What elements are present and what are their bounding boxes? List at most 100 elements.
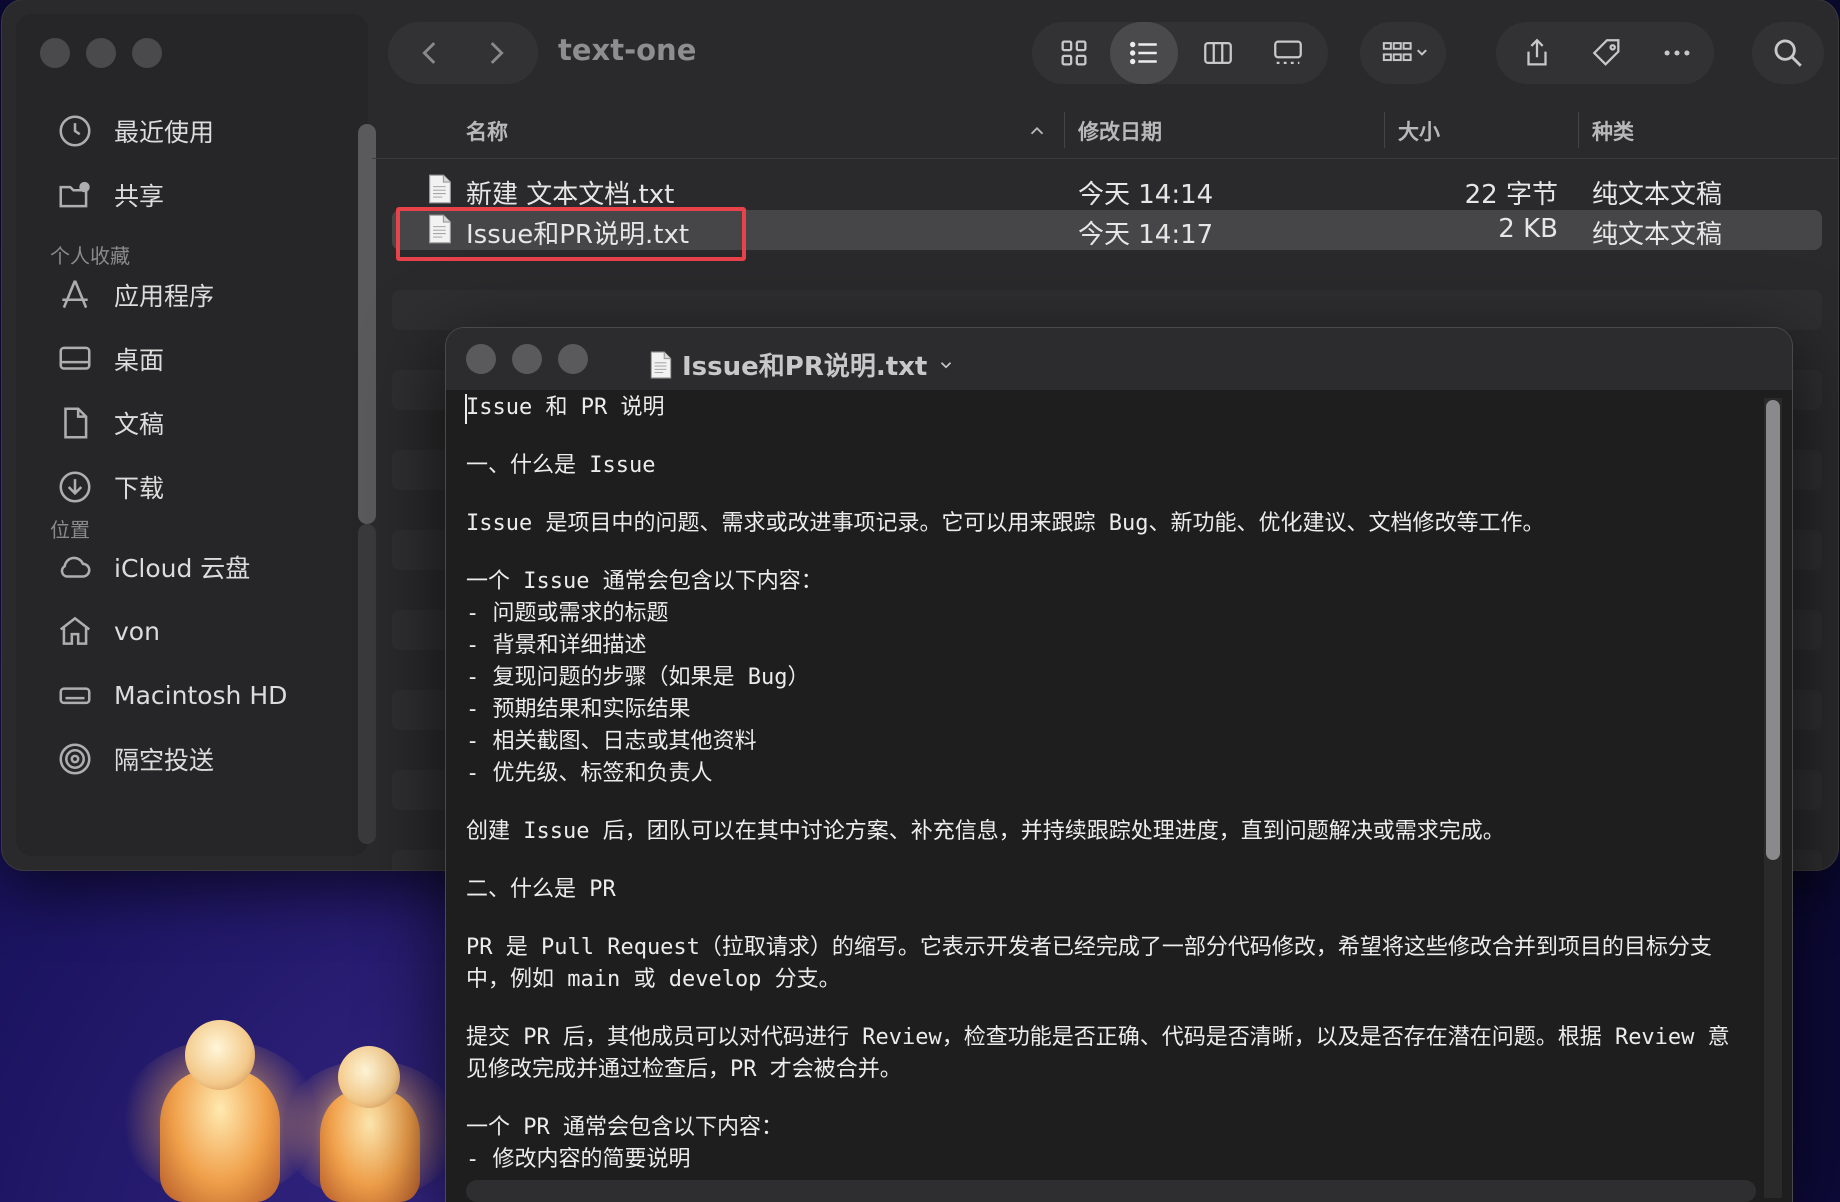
sidebar-item-icloud[interactable]: iCloud 云盘	[56, 548, 250, 586]
document-line: 一个 Issue 通常会包含以下内容：	[466, 569, 823, 594]
nav-button-group	[388, 22, 538, 84]
file-kind: 纯文本文稿	[1592, 220, 1723, 250]
document-line: PR 是 Pull Request（拉取请求）的缩写。它表示开发者已经完成了一部…	[466, 935, 1712, 960]
finder-sidebar: 最近使用 共享 个人收藏 应用程序 桌面 文稿 下载 位置 iCloud 云盘	[16, 14, 376, 856]
zoom-button[interactable]	[132, 38, 162, 68]
column-divider[interactable]	[1578, 112, 1579, 148]
file-name: 新建 文本文档.txt	[466, 180, 675, 210]
list-view-button[interactable]	[1110, 22, 1178, 84]
text-file-icon	[650, 351, 672, 378]
forward-button[interactable]	[468, 22, 524, 84]
clock-icon	[59, 115, 91, 147]
document-line: 二、什么是 PR	[466, 877, 616, 902]
search-button[interactable]	[1756, 22, 1820, 84]
sidebar-item-label: 共享	[114, 182, 165, 211]
sidebar-item-desktop[interactable]: 桌面	[56, 340, 164, 378]
column-header-kind[interactable]: 种类	[1592, 116, 1634, 146]
minimize-button[interactable]	[86, 38, 116, 68]
horizontal-scrollbar[interactable]	[466, 1180, 1756, 1202]
header-divider	[372, 158, 1838, 159]
wallpaper-figure-right	[290, 1040, 440, 1202]
document-title-label: Issue和PR说明.txt	[682, 352, 928, 382]
file-kind: 纯文本文稿	[1592, 180, 1723, 210]
sidebar-item-label: iCloud 云盘	[114, 554, 251, 583]
column-divider[interactable]	[1384, 112, 1385, 148]
tag-icon	[1592, 39, 1620, 66]
document-line: 中，例如 main 或 develop 分支。	[466, 967, 841, 992]
textedit-titlebar[interactable]: Issue和PR说明.txt	[446, 328, 1792, 390]
more-button[interactable]	[1644, 22, 1710, 84]
sidebar-item-label: 桌面	[114, 346, 165, 375]
sidebar-item-label: 文稿	[114, 410, 165, 439]
column-divider[interactable]	[1064, 112, 1065, 148]
view-mode-group	[1032, 22, 1328, 84]
columns-icon	[1204, 41, 1232, 65]
vertical-scrollbar-thumb[interactable]	[1766, 400, 1780, 860]
gallery-view-button[interactable]	[1254, 22, 1322, 84]
selection-highlight-box	[396, 207, 746, 261]
window-title: text-one	[558, 33, 697, 67]
sidebar-item-documents[interactable]: 文稿	[56, 404, 164, 442]
sidebar-item-label: 隔空投送	[114, 746, 215, 775]
document-line: - 预期结果和实际结果	[466, 697, 691, 722]
textedit-window: Issue和PR说明.txt Issue 和 PR 说明 一、什么是 Issue I…	[446, 328, 1792, 1202]
sidebar-item-shared[interactable]: 共享	[56, 176, 164, 214]
file-size: 2 KB	[1498, 214, 1558, 244]
share-button[interactable]	[1504, 22, 1570, 84]
back-button[interactable]	[402, 22, 458, 84]
more-icon	[1664, 50, 1690, 56]
group-by-button[interactable]	[1370, 22, 1440, 84]
document-body[interactable]: Issue 和 PR 说明 一、什么是 Issue Issue 是项目中的问题、需求…	[466, 392, 1756, 1176]
column-header-size[interactable]: 大小	[1398, 116, 1440, 146]
share-icon	[1527, 38, 1547, 66]
close-button[interactable]	[40, 38, 70, 68]
tag-button[interactable]	[1574, 22, 1640, 84]
chevron-down-icon[interactable]	[937, 356, 955, 374]
close-button[interactable]	[466, 344, 496, 374]
sidebar-item-home[interactable]: von	[56, 612, 160, 650]
sidebar-item-downloads[interactable]: 下载	[56, 468, 164, 506]
search-icon	[1774, 39, 1802, 67]
group-by-group	[1360, 22, 1446, 84]
disk-icon	[59, 687, 91, 705]
file-row[interactable]: 新建 文本文档.txt 今天 14:14 22 字节 纯文本文稿	[392, 170, 1822, 210]
minimize-button[interactable]	[512, 344, 542, 374]
column-header-name[interactable]: 名称	[466, 116, 508, 146]
sidebar-scrollbar-thumb[interactable]	[358, 124, 376, 524]
actions-group	[1496, 22, 1714, 84]
document-line: - 优先级、标签和负责人	[466, 761, 713, 786]
list-icon	[1129, 41, 1157, 65]
desktop-icon	[59, 346, 91, 370]
document-title[interactable]: Issue和PR说明.txt	[650, 346, 955, 383]
document-line: - 问题或需求的标题	[466, 601, 669, 626]
sidebar-scrollbar-track	[358, 524, 376, 844]
sidebar-item-label: 最近使用	[114, 118, 215, 147]
sidebar-item-macintosh-hd[interactable]: Macintosh HD	[56, 676, 287, 714]
grid-icon	[1061, 40, 1087, 66]
file-size: 22 字节	[1464, 180, 1558, 210]
document-icon	[64, 407, 88, 439]
sidebar-item-airdrop[interactable]: 隔空投送	[56, 740, 214, 778]
sort-ascending-icon[interactable]	[1026, 120, 1048, 142]
document-line: - 修改内容的简要说明	[466, 1147, 691, 1172]
sidebar-item-recents[interactable]: 最近使用	[56, 112, 214, 150]
search-group	[1752, 22, 1824, 84]
document-line: 一、什么是 Issue	[466, 453, 656, 478]
document-line: Issue 和 PR 说明	[466, 395, 665, 420]
column-header-modified[interactable]: 修改日期	[1078, 116, 1162, 146]
column-view-button[interactable]	[1184, 22, 1252, 84]
zoom-button[interactable]	[558, 344, 588, 374]
document-line: Issue 是项目中的问题、需求或改进事项记录。它可以用来跟踪 Bug、新功能、…	[466, 511, 1545, 536]
sidebar-item-applications[interactable]: 应用程序	[56, 276, 214, 314]
sidebar-item-label: von	[114, 616, 160, 646]
sidebar-section-locations: 位置	[50, 518, 90, 542]
sidebar-item-label: 下载	[114, 474, 165, 503]
icon-view-button[interactable]	[1040, 22, 1108, 84]
